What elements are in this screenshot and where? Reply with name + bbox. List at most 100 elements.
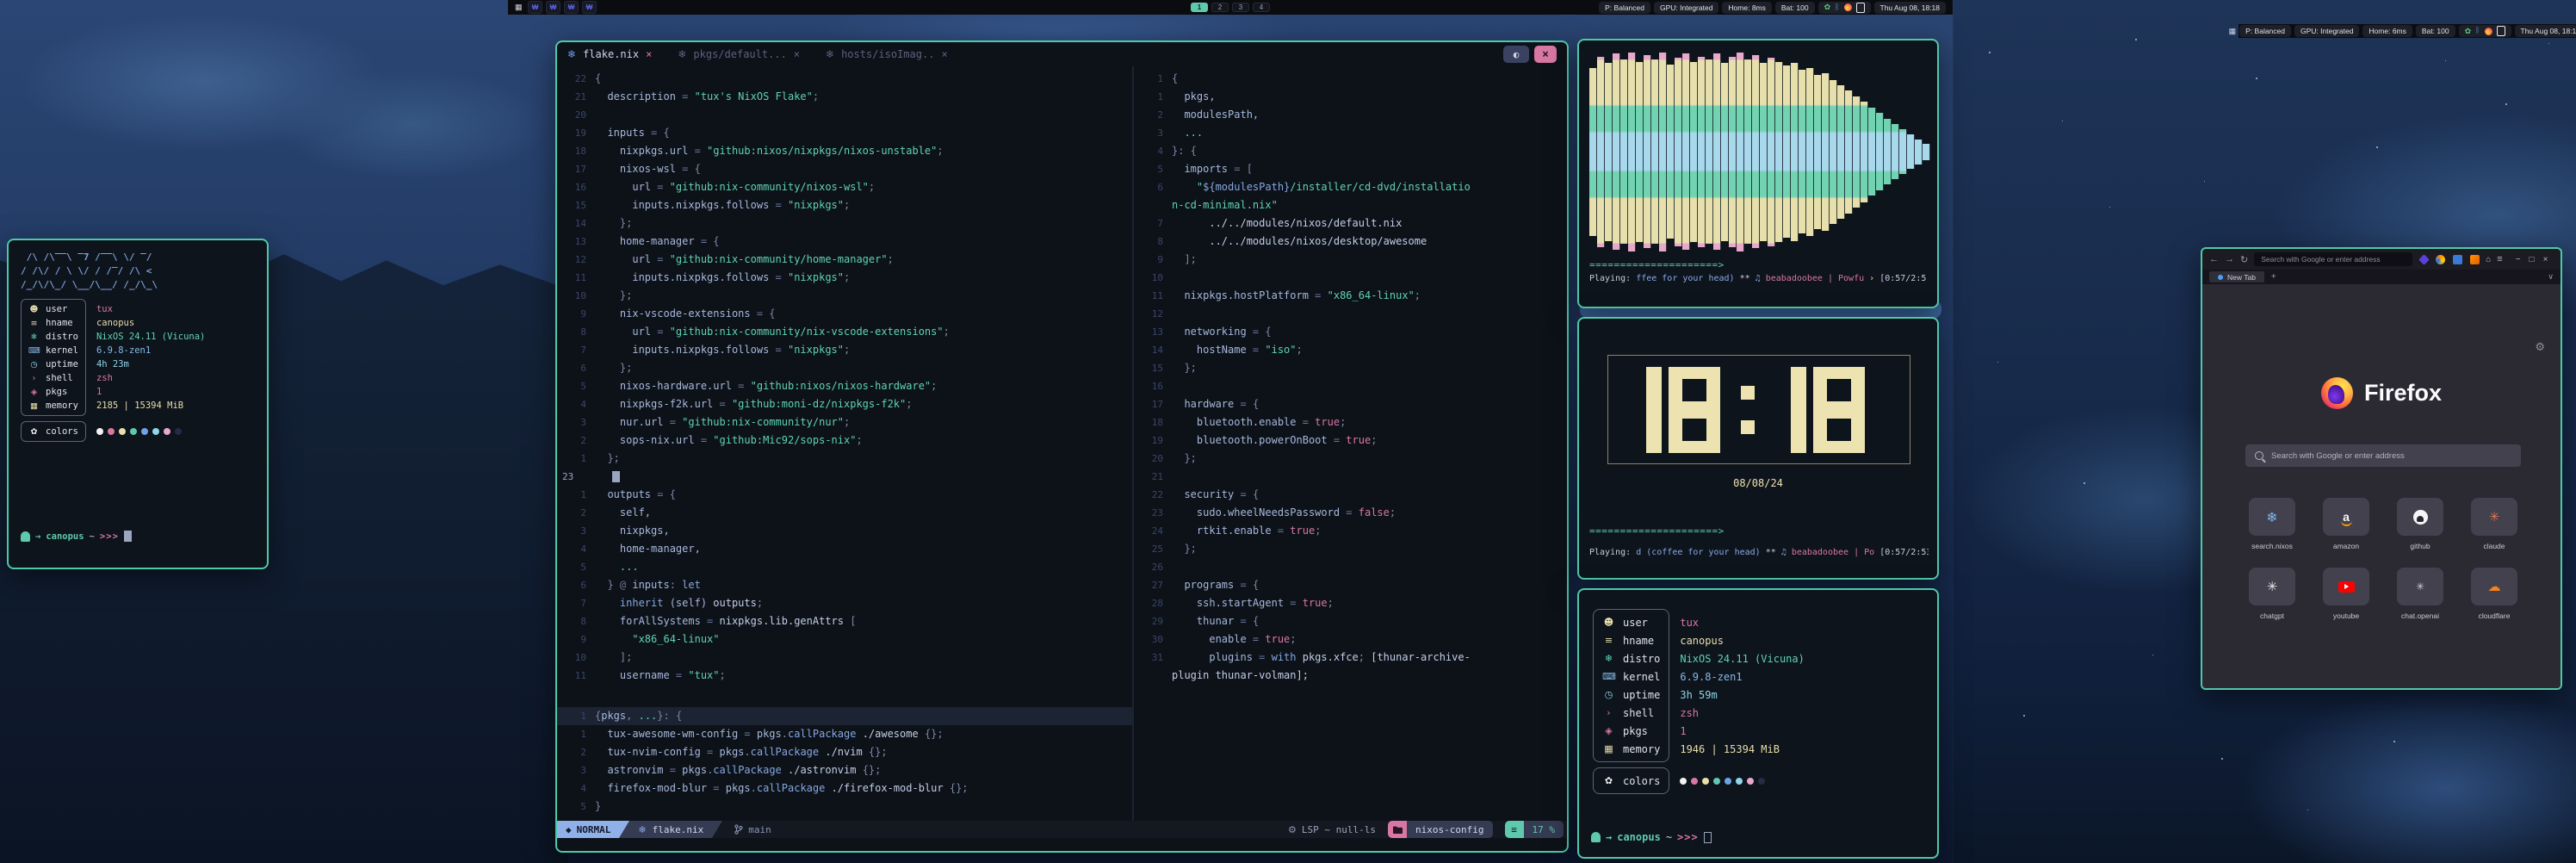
extension-swirl-icon[interactable] bbox=[2436, 255, 2445, 264]
tab-close-icon[interactable]: × bbox=[646, 48, 652, 60]
terminal-fetch-left[interactable]: /\ /\‾‾\ ‾7 /‾‾\ \/ ‾/ / /\/ / \ \/ / /‾… bbox=[7, 239, 269, 569]
taskbar-app-icon[interactable]: ₩ bbox=[564, 1, 579, 14]
app-grid-icon[interactable]: ▦ bbox=[515, 3, 524, 11]
code-line: 4 nixpkgs-f2k.url = "github:moni-dz/nixp… bbox=[557, 395, 1132, 413]
prompt-host: canopus bbox=[1617, 831, 1661, 843]
taskbar-app-icon[interactable]: ₩ bbox=[582, 1, 597, 14]
kernel-icon: ⌨ bbox=[1602, 671, 1615, 682]
editor-pane-pkgs[interactable]: 1{pkgs, ...}: {1 tux-awesome-wm-config =… bbox=[557, 704, 1132, 816]
tab-list-chevron-icon[interactable]: ∨ bbox=[2548, 272, 2554, 282]
shortcut-claude[interactable]: ✳claude bbox=[2457, 498, 2531, 550]
nix-icon: ❄ bbox=[638, 824, 646, 835]
extension-fox-orange-icon[interactable] bbox=[2470, 255, 2480, 264]
editor-tab-hosts-isoImag-[interactable]: ❄hosts/isoImag..× bbox=[826, 48, 948, 60]
neovim-window[interactable]: ❄flake.nix× ❄pkgs/default...× ❄hosts/isoIm… bbox=[555, 40, 1569, 853]
fire-icon[interactable] bbox=[1844, 3, 1852, 11]
terminal-visualizer[interactable]: =====================> Playing: ffee for… bbox=[1577, 39, 1939, 308]
bar-module[interactable]: P: Balanced bbox=[2239, 25, 2291, 37]
fetch-box: ☻user≡hname❄distro⌨kernel◷uptime›shell◈p… bbox=[21, 299, 86, 416]
workspace-1[interactable]: 1 bbox=[1191, 3, 1208, 12]
terminal-clock[interactable]: 08/08/24 =====================> Playing:… bbox=[1577, 317, 1939, 580]
fetch-value-memory: 1946 | 15394 MiB bbox=[1680, 740, 1805, 758]
workspace-3[interactable]: 3 bbox=[1232, 3, 1249, 12]
shell-prompt: → canopus ~ >>> bbox=[21, 531, 132, 542]
workspace-2[interactable]: 2 bbox=[1211, 3, 1229, 12]
code-line: 6 } @ inputs: let bbox=[557, 576, 1132, 594]
network-icon[interactable]: ✿ bbox=[1824, 3, 1831, 12]
bluetooth-icon[interactable]: ᛒ bbox=[1835, 3, 1839, 12]
shortcut-cloudflare[interactable]: ☁cloudflare bbox=[2457, 568, 2531, 620]
fetch-row: ⌨kernel bbox=[1602, 667, 1660, 686]
clock-module[interactable]: Thu Aug 08, 18:18 bbox=[2515, 25, 2576, 37]
forward-button[interactable]: → bbox=[2225, 254, 2234, 264]
shortcut-chat-openai[interactable]: ✳chat.openai bbox=[2383, 568, 2457, 620]
editor-tab-pkgs-default-[interactable]: ❄pkgs/default...× bbox=[678, 48, 800, 60]
close-button[interactable]: × bbox=[2543, 255, 2548, 264]
terminal-cursor bbox=[1704, 832, 1712, 843]
newtab-search-input[interactable]: Search with Google or enter address bbox=[2245, 444, 2521, 467]
editor-pane-iso[interactable]: 1{1 pkgs,2 modulesPath,3 ...4}: {5 impor… bbox=[1134, 66, 1567, 821]
clock-module[interactable]: Thu Aug 08, 18:18 bbox=[1874, 2, 1946, 14]
palette-icon: ✿ bbox=[28, 427, 40, 437]
shortcut-github[interactable]: github bbox=[2383, 498, 2457, 550]
terminal-fetch-right[interactable]: ☻user≡hname❄distro⌨kernel◷uptime›shell◈p… bbox=[1577, 588, 1939, 859]
bar-module[interactable]: Bat: 100 bbox=[2416, 25, 2455, 37]
bar-module[interactable]: GPU: Integrated bbox=[1654, 2, 1718, 14]
shell-prompt: → canopus ~ >>> bbox=[1591, 831, 1712, 843]
extension-blue-square-icon[interactable] bbox=[2453, 255, 2462, 264]
youtube-icon bbox=[2323, 568, 2369, 605]
bar-module[interactable]: Bat: 100 bbox=[1775, 2, 1815, 14]
bluetooth-icon[interactable]: ᛒ bbox=[2475, 27, 2480, 35]
editor-toggle-button[interactable]: ◐ bbox=[1503, 46, 1529, 63]
bar-module[interactable]: Home: 6ms bbox=[2362, 25, 2412, 37]
code-line: 31 plugins = with pkgs.xfce; [thunar-arc… bbox=[1134, 649, 1567, 667]
battery-icon[interactable] bbox=[1856, 3, 1865, 13]
taskbar-app-icon[interactable]: ₩ bbox=[528, 1, 542, 14]
fire-icon[interactable] bbox=[2485, 28, 2492, 35]
bar-module[interactable]: P: Balanced bbox=[1599, 2, 1650, 14]
maximize-button[interactable]: □ bbox=[2530, 255, 2535, 264]
pkgs-icon: ◈ bbox=[1602, 725, 1615, 736]
now-playing: Playing: ffee for your head) ** ♫ beabad… bbox=[1589, 274, 1927, 283]
minimize-button[interactable]: − bbox=[2516, 255, 2521, 264]
firefox-newtab-page: ⚙ Firefox Search with Google or enter ad… bbox=[2202, 284, 2561, 688]
taskbar-app-icon[interactable]: ₩ bbox=[546, 1, 560, 14]
bar-module[interactable]: GPU: Integrated bbox=[2294, 25, 2359, 37]
editor-pane-flake[interactable]: 22{21 description = "tux's NixOS Flake";… bbox=[557, 66, 1132, 821]
reload-button[interactable]: ↻ bbox=[2240, 254, 2248, 265]
bar-module[interactable]: Home: 8ms bbox=[1722, 2, 1771, 14]
network-icon[interactable]: ✿ bbox=[2465, 27, 2472, 36]
editor-close-button[interactable]: × bbox=[1534, 46, 1557, 63]
home-icon[interactable]: ⌂ bbox=[2486, 255, 2491, 264]
tab-new-tab[interactable]: New Tab bbox=[2209, 271, 2264, 282]
personalize-gear-icon[interactable]: ⚙ bbox=[2535, 341, 2545, 354]
fetch-value-pkgs: 1 bbox=[96, 385, 205, 399]
battery-icon[interactable] bbox=[2497, 26, 2505, 36]
menu-button[interactable]: ≡ bbox=[2497, 254, 2502, 264]
shortcut-amazon[interactable]: aamazon bbox=[2309, 498, 2383, 550]
shortcut-chatgpt[interactable]: ✳chatgpt bbox=[2235, 568, 2309, 620]
app-grid-icon[interactable]: ▦ bbox=[2229, 28, 2237, 35]
color-dot bbox=[1713, 778, 1720, 785]
shortcut-search-nixos[interactable]: ❄search.nixos bbox=[2235, 498, 2309, 550]
tab-close-icon[interactable]: × bbox=[941, 48, 947, 60]
tab-favicon bbox=[2218, 275, 2223, 280]
code-line: 2 tux-nvim-config = pkgs.callPackage ./n… bbox=[557, 743, 1132, 761]
workspace-4[interactable]: 4 bbox=[1253, 3, 1270, 12]
code-line: 4}: { bbox=[1134, 142, 1567, 160]
color-dot bbox=[1680, 778, 1687, 785]
back-button[interactable]: ← bbox=[2209, 254, 2219, 264]
tray: ✿ᛒ bbox=[2459, 25, 2511, 37]
code-line: 15 }; bbox=[1134, 359, 1567, 377]
color-dot bbox=[1725, 778, 1731, 785]
tab-close-icon[interactable]: × bbox=[794, 48, 800, 60]
new-tab-button[interactable]: + bbox=[2271, 272, 2276, 282]
code-line: 3 nixpkgs, bbox=[557, 522, 1132, 540]
extension-purple-diamond-icon[interactable] bbox=[2418, 254, 2430, 265]
editor-tab-flake-nix[interactable]: ❄flake.nix× bbox=[567, 48, 652, 60]
code-line: 4 home-manager, bbox=[557, 540, 1132, 558]
firefox-window[interactable]: ← → ↻ Search with Google or enter addres… bbox=[2201, 247, 2562, 690]
url-bar[interactable]: Search with Google or enter address bbox=[2254, 252, 2412, 266]
shortcut-youtube[interactable]: youtube bbox=[2309, 568, 2383, 620]
code-line: 8 forAllSystems = nixpkgs.lib.genAttrs [ bbox=[557, 612, 1132, 630]
